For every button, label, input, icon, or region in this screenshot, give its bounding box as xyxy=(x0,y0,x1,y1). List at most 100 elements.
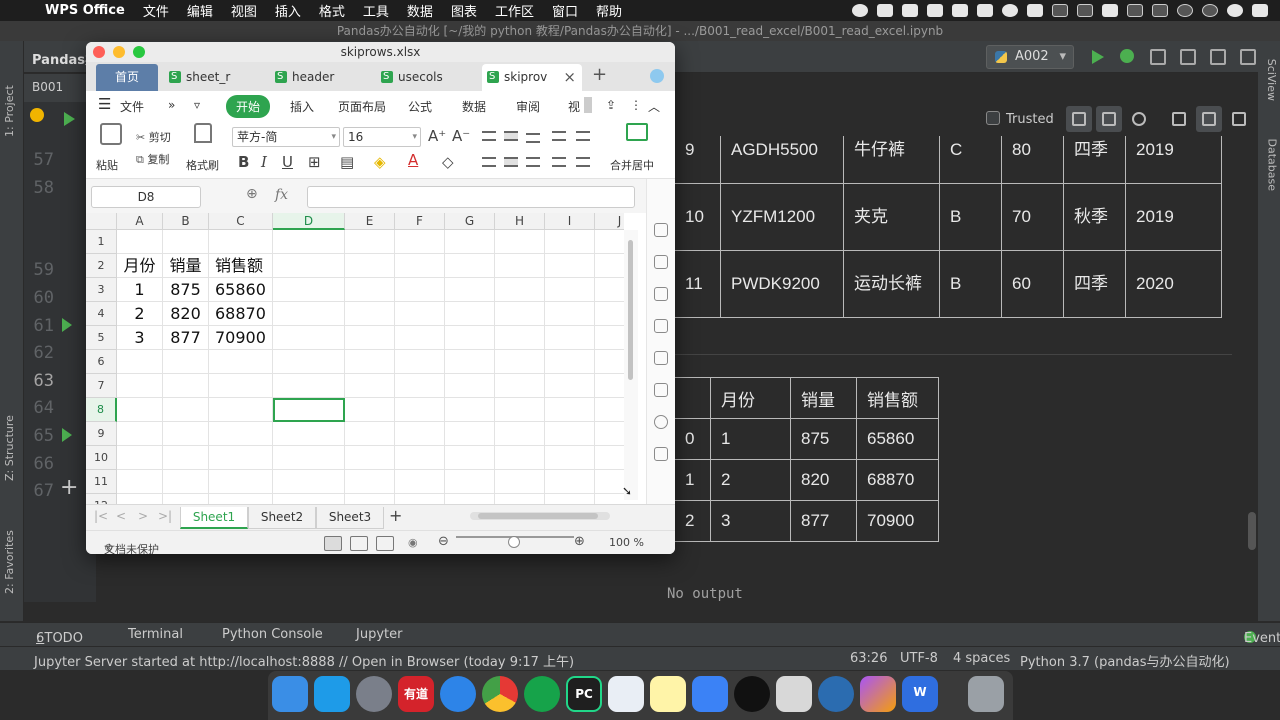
grid-cell[interactable] xyxy=(595,446,624,470)
grid-cell[interactable] xyxy=(163,374,209,398)
row-header[interactable]: 4 xyxy=(86,302,117,326)
grid-cell[interactable] xyxy=(345,230,395,254)
grid-cell[interactable] xyxy=(445,446,495,470)
coverage-icon[interactable] xyxy=(1150,49,1166,65)
grid-cell[interactable] xyxy=(209,446,273,470)
edge-icon[interactable] xyxy=(818,676,854,712)
page-layout-view-icon[interactable] xyxy=(350,536,368,551)
wifi-icon[interactable] xyxy=(1077,4,1093,17)
caret-position[interactable]: 63:26 xyxy=(850,651,887,666)
run-icon[interactable] xyxy=(1092,50,1108,66)
increase-font-icon[interactable]: A⁺ xyxy=(428,127,446,145)
menu-file[interactable]: 文件 xyxy=(120,98,144,115)
row-header[interactable]: 5 xyxy=(86,326,117,350)
grid-cell[interactable] xyxy=(117,446,163,470)
menu-page-layout[interactable]: 页面布局 xyxy=(338,98,386,115)
add-sheet-button[interactable]: + xyxy=(389,506,402,525)
grid-cell[interactable] xyxy=(595,470,624,494)
grid-cell[interactable]: 877 xyxy=(163,326,209,350)
fill-color-icon[interactable]: ◈ xyxy=(374,153,386,171)
tab-jupyter[interactable]: Jupyter xyxy=(356,627,402,642)
input-method-icon[interactable] xyxy=(1102,4,1118,17)
font-color-icon[interactable]: A xyxy=(408,151,418,169)
grid-cell[interactable] xyxy=(395,494,445,504)
grid-cell[interactable] xyxy=(117,470,163,494)
selected-cell[interactable] xyxy=(273,398,345,422)
grid-cell[interactable] xyxy=(495,230,545,254)
spreadsheet-grid[interactable]: ABCDEFGHIJ 123456789101112 月份销量销售额187565… xyxy=(86,213,624,504)
grid-cell[interactable] xyxy=(445,326,495,350)
grid-cell[interactable]: 3 xyxy=(117,326,163,350)
row-header[interactable]: 9 xyxy=(86,422,117,446)
grid-cell[interactable] xyxy=(595,278,624,302)
grid-cell[interactable] xyxy=(395,350,445,374)
grid-cell[interactable] xyxy=(163,446,209,470)
menu-workspace[interactable]: 工作区 xyxy=(486,1,543,20)
sheet-tab-sheet1[interactable]: Sheet1 xyxy=(180,507,248,529)
merge-center-icon[interactable] xyxy=(626,123,648,141)
decrease-font-icon[interactable]: A⁻ xyxy=(452,127,470,145)
style-icon[interactable] xyxy=(654,255,668,269)
file-encoding[interactable]: UTF-8 xyxy=(900,651,938,666)
prev-sheet-icon[interactable]: < xyxy=(116,509,126,523)
align-middle-icon[interactable] xyxy=(504,131,518,141)
zoom-window-icon[interactable] xyxy=(133,46,145,58)
grid-cell[interactable] xyxy=(445,230,495,254)
grid-cell[interactable] xyxy=(445,494,495,504)
format-painter-icon[interactable] xyxy=(194,123,212,143)
sync-app-icon[interactable] xyxy=(524,676,560,712)
grid-cell[interactable] xyxy=(273,350,345,374)
grid-cell[interactable] xyxy=(495,446,545,470)
grid-cell[interactable] xyxy=(445,302,495,326)
grid-cell[interactable] xyxy=(595,422,624,446)
menu-format[interactable]: 格式 xyxy=(310,1,354,20)
bold-icon[interactable]: B xyxy=(238,153,249,171)
grid-cell[interactable] xyxy=(345,278,395,302)
grid-cell[interactable] xyxy=(345,494,395,504)
grid-cell[interactable] xyxy=(163,494,209,504)
sheet-vertical-scrollbar[interactable] xyxy=(624,230,638,500)
grid-cell[interactable] xyxy=(495,398,545,422)
hscroll-thumb[interactable] xyxy=(478,513,598,519)
align-top-icon[interactable] xyxy=(482,131,496,141)
column-header[interactable]: B xyxy=(163,213,209,230)
split-view-icon[interactable] xyxy=(1196,106,1222,132)
zoom-lookup-icon[interactable]: ⊕ xyxy=(246,186,258,202)
grid-cell[interactable] xyxy=(273,230,345,254)
cut-button[interactable]: ✂ 剪切 xyxy=(136,129,171,145)
pages-icon[interactable] xyxy=(692,676,728,712)
align-right-icon[interactable] xyxy=(526,157,540,167)
final-cut-icon[interactable] xyxy=(860,676,896,712)
finder-icon[interactable] xyxy=(272,676,308,712)
grid-cell[interactable] xyxy=(545,398,595,422)
grid-cell[interactable] xyxy=(395,374,445,398)
record-icon[interactable] xyxy=(852,4,868,17)
run-cell-icon[interactable] xyxy=(62,428,72,442)
grid-cell[interactable] xyxy=(545,374,595,398)
siri-icon[interactable] xyxy=(1227,4,1243,17)
paste-icon[interactable] xyxy=(100,123,122,145)
column-header[interactable]: I xyxy=(545,213,595,230)
grid-cell[interactable] xyxy=(117,494,163,504)
battery-icon[interactable] xyxy=(1152,4,1168,17)
grid-cell[interactable]: 销售额 xyxy=(209,254,273,278)
zoom-level[interactable]: 100 % xyxy=(609,536,644,549)
grid-cell[interactable] xyxy=(395,422,445,446)
grid-cell[interactable]: 销量 xyxy=(163,254,209,278)
fill-pattern-icon[interactable]: ▤ xyxy=(340,153,354,171)
tab-database[interactable]: Database xyxy=(1265,139,1278,192)
preview-only-icon[interactable] xyxy=(1226,106,1252,132)
grid-cell[interactable]: 2 xyxy=(117,302,163,326)
menu-file[interactable]: 文件 xyxy=(134,1,178,20)
grid-cell[interactable] xyxy=(345,446,395,470)
grid-cell[interactable] xyxy=(445,254,495,278)
row-header[interactable]: 6 xyxy=(86,350,117,374)
image-icon[interactable] xyxy=(654,447,668,461)
grid-cell[interactable] xyxy=(209,230,273,254)
transfer-icon[interactable] xyxy=(654,383,668,397)
row-header[interactable]: 7 xyxy=(86,374,117,398)
grid-cell[interactable]: 875 xyxy=(163,278,209,302)
tab-sheet-r[interactable]: sheet_r xyxy=(164,64,264,91)
grid-cell[interactable] xyxy=(595,398,624,422)
sheet-tab-sheet3[interactable]: Sheet3 xyxy=(316,507,384,529)
